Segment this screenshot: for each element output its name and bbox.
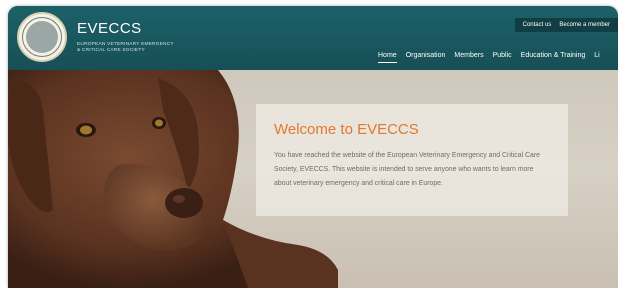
nav-public[interactable]: Public (493, 52, 512, 59)
eveccs-logo[interactable] (17, 12, 67, 62)
europe-map-icon (26, 21, 58, 53)
become-member-link[interactable]: Become a member (559, 22, 610, 28)
intro-text: You have reached the website of the Euro… (274, 152, 540, 187)
nav-organisation[interactable]: Organisation (406, 52, 446, 59)
brand-subtitle: EUROPEAN VETERINARY EMERGENCY & CRITICAL… (77, 42, 197, 54)
nav-home[interactable]: Home (378, 52, 397, 63)
nav-education-training[interactable]: Education & Training (521, 52, 586, 59)
brand-name[interactable]: EVECCS (77, 20, 142, 37)
hero-banner: Welcome to EVECCS You have reached the w… (8, 70, 618, 288)
main-nav: Home Organisation Members Public Educati… (378, 52, 600, 63)
browser-frame: EVECCS EUROPEAN VETERINARY EMERGENCY & C… (8, 6, 618, 288)
nav-more[interactable]: Li (594, 52, 599, 59)
welcome-heading: Welcome to EVECCS (274, 121, 419, 138)
top-links-bar: Contact us Become a member (514, 18, 618, 32)
contact-us-link[interactable]: Contact us (523, 22, 552, 28)
nav-members[interactable]: Members (454, 52, 483, 59)
subtitle-line-2: & CRITICAL CARE SOCIETY (77, 48, 145, 53)
welcome-panel: Welcome to EVECCS You have reached the w… (256, 104, 568, 216)
site-header: EVECCS EUROPEAN VETERINARY EMERGENCY & C… (8, 6, 618, 70)
